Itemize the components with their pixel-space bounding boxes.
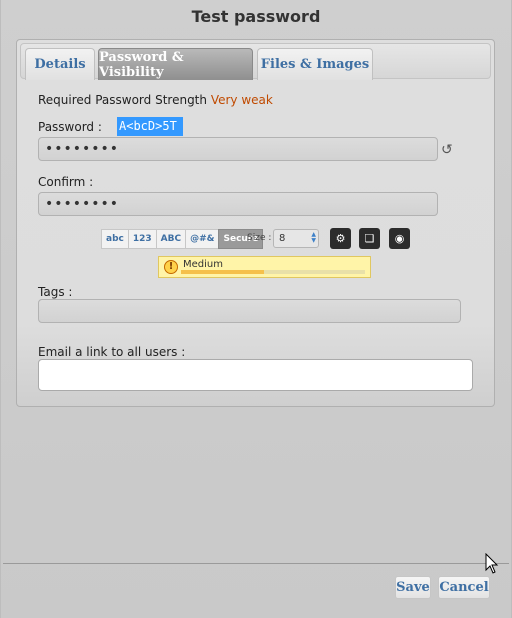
- footer-divider: [3, 563, 509, 564]
- password-dialog: Test password Details Password & Visibil…: [0, 0, 512, 618]
- strength-meter: ! Medium: [158, 256, 371, 278]
- tags-input[interactable]: [38, 299, 461, 323]
- required-strength-value: Very weak: [210, 93, 273, 107]
- copy-password-icon[interactable]: ❏: [359, 228, 380, 249]
- size-value: 8: [279, 233, 286, 244]
- gen-option-lowercase[interactable]: abc: [101, 229, 129, 249]
- size-label: Size :: [247, 233, 272, 243]
- tab-password-visibility[interactable]: Password & Visibility: [98, 48, 253, 80]
- generate-password-icon[interactable]: ⚙: [330, 228, 351, 249]
- generator-options: abc 123 ABC @#& Secure: [101, 229, 264, 249]
- gen-option-uppercase[interactable]: ABC: [155, 229, 187, 249]
- password-plaintext-selected[interactable]: A<bcD>5T: [117, 117, 183, 136]
- tab-files-images[interactable]: Files & Images: [257, 48, 373, 80]
- stepper-arrows-icon[interactable]: ▲ ▼: [311, 232, 316, 244]
- tab-details[interactable]: Details: [25, 48, 95, 80]
- cancel-button[interactable]: Cancel: [438, 576, 490, 599]
- password-label: Password :: [38, 120, 102, 134]
- tab-bar: Details Password & Visibility Files & Im…: [20, 43, 491, 80]
- confirm-input[interactable]: ••••••••: [38, 192, 438, 216]
- warning-icon: !: [164, 260, 178, 274]
- strength-meter-fill: [181, 270, 264, 274]
- password-input[interactable]: ••••••••: [38, 137, 438, 161]
- required-strength: Required Password Strength Very weak: [38, 93, 273, 107]
- strength-meter-label: Medium: [183, 259, 223, 270]
- dialog-title: Test password: [191, 7, 321, 26]
- strength-meter-track: [181, 270, 365, 274]
- confirm-label: Confirm :: [38, 175, 94, 189]
- tags-label: Tags :: [38, 285, 73, 299]
- show-password-icon[interactable]: ◉: [389, 228, 410, 249]
- email-input[interactable]: [38, 359, 473, 391]
- email-label: Email a link to all users :: [38, 345, 186, 359]
- required-strength-label: Required Password Strength: [38, 93, 207, 107]
- gen-option-symbols[interactable]: @#&: [185, 229, 220, 249]
- mouse-pointer-icon: [485, 553, 499, 574]
- size-stepper[interactable]: 8 ▲ ▼: [273, 229, 319, 248]
- gen-option-digits[interactable]: 123: [127, 229, 157, 249]
- save-button[interactable]: Save: [395, 576, 431, 599]
- reset-password-icon[interactable]: ↺: [441, 142, 453, 158]
